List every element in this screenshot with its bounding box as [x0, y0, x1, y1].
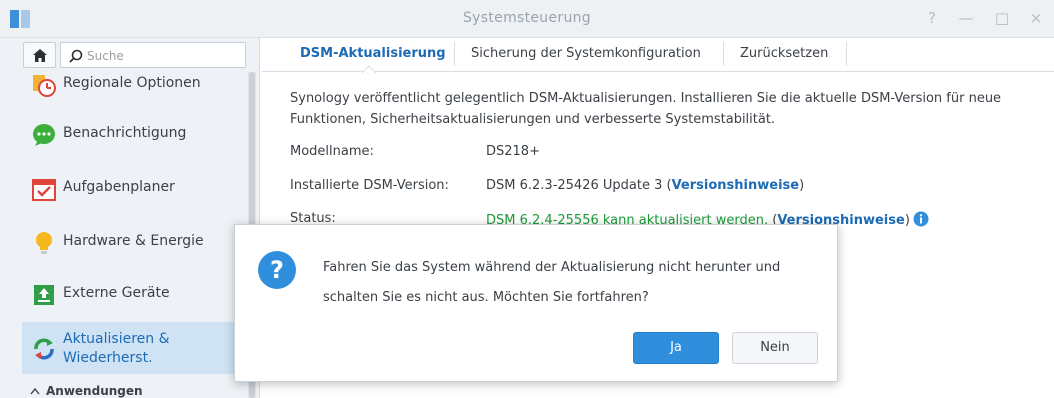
active-tab-indicator	[362, 65, 376, 73]
section-header-applications[interactable]: Anwendungen	[30, 384, 143, 398]
search-input[interactable]	[87, 47, 237, 64]
update-panel: Synology veröffentlicht gelegentlich DSM…	[290, 88, 1040, 228]
tab-reset[interactable]: Zurücksetzen	[740, 46, 828, 61]
notification-icon	[32, 123, 56, 147]
sidebar-item-task-scheduler[interactable]: Aufgabenplaner	[22, 164, 250, 214]
installed-release-notes-link[interactable]: Versionshinweise	[672, 178, 800, 193]
sidebar-item-regional-options[interactable]: Regionale Optionen	[22, 72, 250, 106]
home-button[interactable]	[23, 42, 56, 68]
tab-divider	[846, 42, 847, 66]
question-icon: ?	[258, 251, 296, 289]
dialog-message-line1: Fahren Sie das System während der Aktual…	[323, 260, 781, 275]
tab-dsm-update[interactable]: DSM-Aktualisierung	[300, 46, 446, 61]
sidebar-item-label: Externe Geräte	[63, 285, 170, 301]
maximize-icon[interactable]: □	[992, 9, 1012, 27]
dialog-message-line2: schalten Sie es nicht aus. Möchten Sie f…	[323, 290, 649, 305]
update-restore-icon	[32, 337, 56, 361]
yes-button[interactable]: Ja	[633, 332, 719, 364]
section-header-label: Anwendungen	[46, 384, 143, 398]
task-scheduler-icon	[32, 177, 56, 201]
hardware-power-icon	[32, 231, 56, 255]
tab-divider	[723, 42, 724, 66]
help-icon[interactable]: ?	[922, 9, 942, 27]
svg-text:?: ?	[270, 256, 284, 284]
title-bar: Systemsteuerung ? — □ ×	[0, 0, 1054, 38]
info-icon[interactable]	[913, 211, 929, 227]
sidebar-item-hardware-power[interactable]: Hardware & Energie	[22, 218, 250, 268]
installed-version-label: Installierte DSM-Version:	[290, 178, 449, 193]
sidebar-item-notification[interactable]: Benachrichtigung	[22, 110, 250, 160]
home-icon	[33, 49, 47, 62]
search-icon	[69, 49, 83, 63]
sidebar-item-label: Aufgabenplaner	[63, 179, 175, 195]
search-box[interactable]	[60, 42, 246, 68]
sidebar-item-label: Benachrichtigung	[63, 125, 187, 141]
sidebar-item-external-devices[interactable]: Externe Geräte	[22, 270, 250, 320]
tab-bar: DSM-Aktualisierung Sicherung der Systemk…	[262, 38, 1054, 73]
regional-options-icon	[32, 75, 56, 99]
sidebar-item-update-restore[interactable]: Aktualisieren & Wiederherst.	[22, 322, 250, 374]
model-label: Modellname:	[290, 144, 374, 159]
model-value: DS218+	[486, 144, 540, 159]
window-title: Systemsteuerung	[463, 10, 591, 26]
sidebar-item-label: Hardware & Energie	[63, 233, 204, 249]
update-description: Synology veröffentlicht gelegentlich DSM…	[290, 91, 1002, 127]
sidebar-item-label: Regionale Optionen	[63, 75, 201, 91]
sidebar: Regionale Optionen Benachrichtigung Aufg…	[0, 38, 260, 398]
tab-config-backup[interactable]: Sicherung der Systemkonfiguration	[471, 46, 701, 61]
close-icon[interactable]: ×	[1026, 9, 1046, 27]
tab-divider	[454, 42, 455, 66]
external-devices-icon	[32, 283, 56, 307]
installed-version-value: DSM 6.2.3-25426 Update 3	[486, 178, 663, 193]
dialog-message: Fahren Sie das System während der Aktual…	[323, 253, 823, 313]
minimize-icon[interactable]: —	[956, 9, 976, 27]
chevron-up-icon	[30, 387, 40, 395]
sidebar-item-label: Aktualisieren & Wiederherst.	[63, 331, 170, 366]
confirmation-dialog: ? Fahren Sie das System während der Aktu…	[234, 224, 838, 382]
no-button[interactable]: Nein	[732, 332, 818, 364]
